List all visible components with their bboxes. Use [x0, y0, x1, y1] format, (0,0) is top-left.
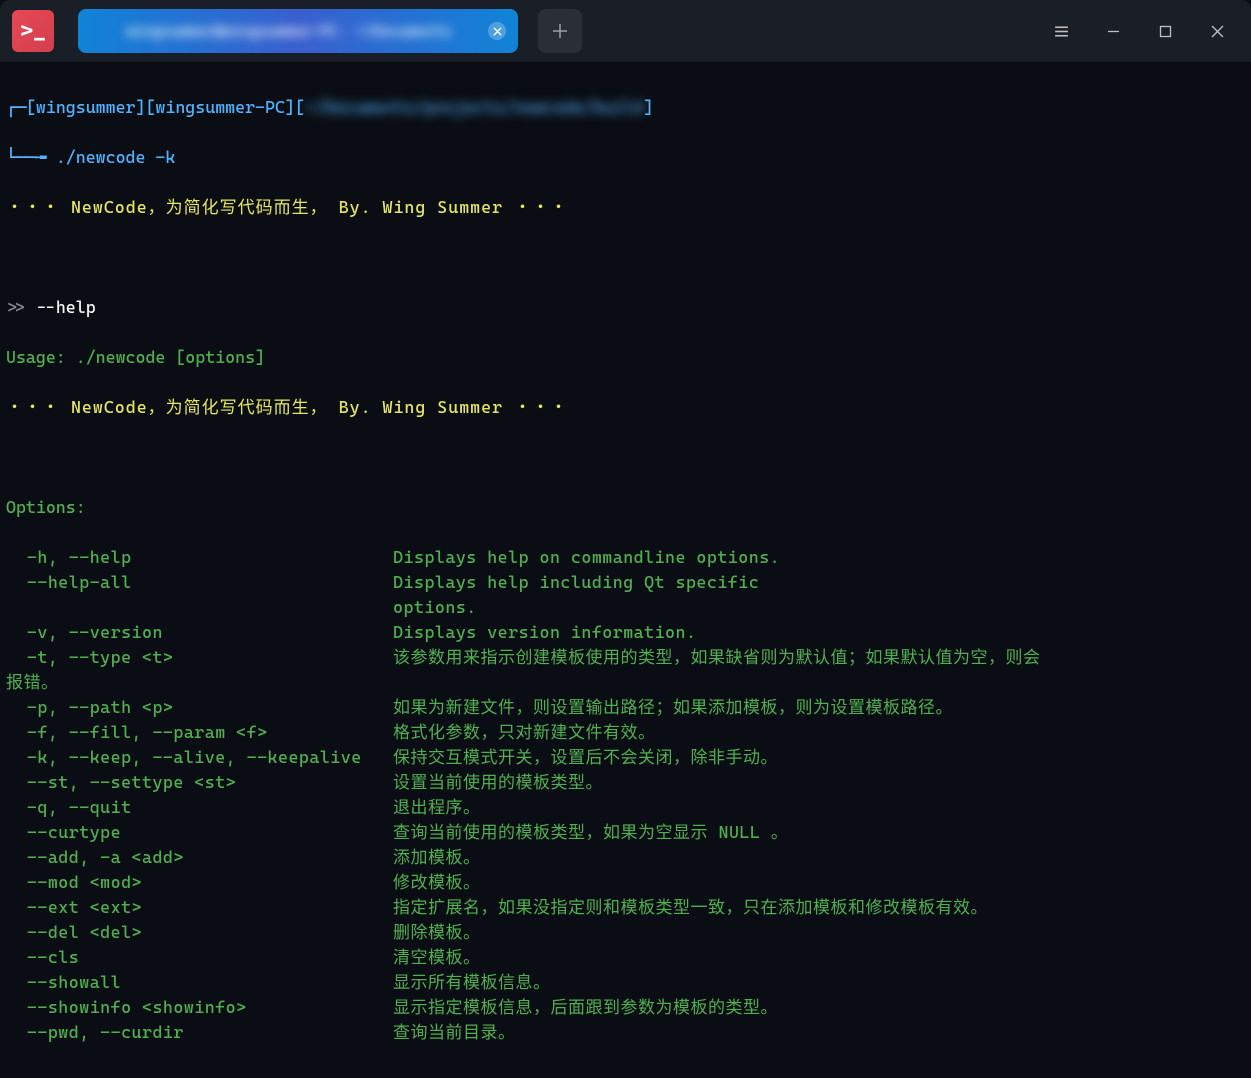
option-row: --pwd, --curdir 查询当前目录。: [6, 1020, 1245, 1045]
option-row: --add, -a <add> 添加模板。: [6, 845, 1245, 870]
prompt-line-2: └──╼ ./newcode -k: [6, 145, 1245, 170]
option-row: --ext <ext> 指定扩展名，如果没指定则和模板类型一致，只在添加模板和修…: [6, 895, 1245, 920]
help-cmd: --help: [36, 297, 96, 317]
option-row: 报错。: [6, 670, 1245, 695]
option-row: -q, --quit 退出程序。: [6, 795, 1245, 820]
app-icon-glyph: >_: [20, 19, 46, 44]
prompt-line-1: ┌─[wingsummer][wingsummer-PC][~/Document…: [6, 95, 1245, 120]
option-row: -k, --keep, --alive, --keepalive 保持交互模式开…: [6, 745, 1245, 770]
maximize-button[interactable]: [1139, 11, 1191, 51]
prompt-user: wingsummer: [36, 97, 136, 117]
usage-line: Usage: ./newcode [options]: [6, 345, 1245, 370]
option-row: --help-all Displays help including Qt sp…: [6, 570, 1245, 595]
option-row: --showinfo <showinfo> 显示指定模板信息，后面跟到参数为模板…: [6, 995, 1245, 1020]
titlebar: >_ wingsummer@wingsummer-PC: ~/Documents: [0, 0, 1251, 62]
close-button[interactable]: [1191, 11, 1243, 51]
help-input-line: >> --help: [6, 295, 1245, 320]
prompt-decor-bottom: └──╼: [6, 145, 46, 170]
option-row: -f, --fill, --param <f> 格式化参数，只对新建文件有效。: [6, 720, 1245, 745]
banner-2: ・・・ NewCode，为简化写代码而生， By. Wing Summer ・・…: [6, 395, 1245, 420]
help-prompt: >>: [6, 297, 26, 317]
tab-title: wingsummer@wingsummer-PC: ~/Documents: [90, 22, 488, 40]
prompt-command: ./newcode -k: [56, 147, 176, 167]
option-row: -p, --path <p> 如果为新建文件，则设置输出路径；如果添加模板，则为…: [6, 695, 1245, 720]
option-row: --curtype 查询当前使用的模板类型，如果为空显示 NULL 。: [6, 820, 1245, 845]
option-row: --st, --settype <st> 设置当前使用的模板类型。: [6, 770, 1245, 795]
active-tab[interactable]: wingsummer@wingsummer-PC: ~/Documents: [78, 9, 518, 53]
option-row: --cls 清空模板。: [6, 945, 1245, 970]
option-row: --showall 显示所有模板信息。: [6, 970, 1245, 995]
option-row: -v, --version Displays version informati…: [6, 620, 1245, 645]
option-row: --del <del> 删除模板。: [6, 920, 1245, 945]
window-controls: [1035, 11, 1243, 51]
option-row: --mod <mod> 修改模板。: [6, 870, 1245, 895]
options-list: -h, --help Displays help on commandline …: [6, 545, 1245, 1045]
options-header: Options:: [6, 495, 1245, 520]
prompt-path: ~/Documents/projects/newcode/build: [305, 97, 644, 117]
prompt-host: wingsummer-PC: [155, 97, 285, 117]
terminal-output[interactable]: ┌─[wingsummer][wingsummer-PC][~/Document…: [0, 62, 1251, 1078]
tab-close-button[interactable]: [488, 22, 506, 40]
prompt-decor-top: ┌─: [6, 95, 26, 120]
menu-button[interactable]: [1035, 11, 1087, 51]
app-icon: >_: [12, 10, 54, 52]
option-row: -t, --type <t> 该参数用来指示创建模板使用的类型，如果缺省则为默认…: [6, 645, 1245, 670]
minimize-button[interactable]: [1087, 11, 1139, 51]
option-row: options.: [6, 595, 1245, 620]
option-row: -h, --help Displays help on commandline …: [6, 545, 1245, 570]
new-tab-button[interactable]: [538, 9, 582, 53]
banner-1: ・・・ NewCode，为简化写代码而生， By. Wing Summer ・・…: [6, 195, 1245, 220]
